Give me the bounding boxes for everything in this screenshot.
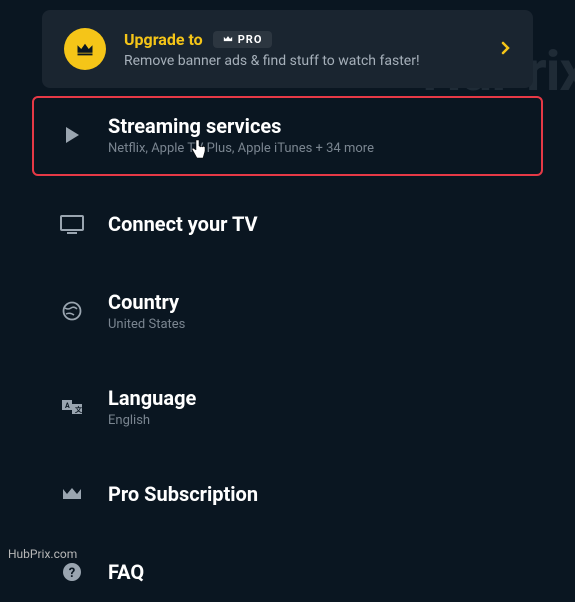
- pro-subscription-item[interactable]: Pro Subscription: [0, 464, 575, 524]
- language-item[interactable]: A文 Language English: [0, 368, 575, 446]
- pro-badge-label: PRO: [238, 33, 263, 46]
- pro-badge: PRO: [213, 31, 273, 48]
- play-icon: [60, 123, 84, 147]
- highlight-box: Streaming services Netflix, Apple TV Plu…: [32, 96, 543, 176]
- banner-subtitle: Remove banner ads & find stuff to watch …: [124, 53, 483, 69]
- help-icon: ?: [60, 560, 84, 584]
- language-title: Language: [108, 386, 545, 410]
- cursor-pointer-icon: [190, 138, 208, 164]
- upgrade-title: Upgrade to: [124, 30, 203, 49]
- tv-icon: [60, 212, 84, 236]
- svg-text:A: A: [65, 402, 70, 410]
- language-icon: A文: [60, 395, 84, 419]
- tv-title: Connect your TV: [108, 212, 545, 236]
- country-sub: United States: [108, 317, 545, 332]
- crown-icon: [64, 28, 106, 70]
- crown-outline-icon: [60, 482, 84, 506]
- svg-text:文: 文: [75, 405, 83, 414]
- language-sub: English: [108, 413, 545, 428]
- faq-title: FAQ: [108, 560, 545, 584]
- streaming-sub: Netflix, Apple TV Plus, Apple iTunes + 3…: [108, 141, 515, 156]
- attribution-text: HubPrix.com: [8, 547, 77, 561]
- pro-title: Pro Subscription: [108, 482, 545, 506]
- upgrade-banner[interactable]: Upgrade to PRO Remove banner ads & find …: [42, 10, 533, 88]
- country-title: Country: [108, 290, 545, 314]
- globe-icon: [60, 299, 84, 323]
- faq-item[interactable]: ? FAQ: [0, 542, 575, 602]
- streaming-title: Streaming services: [108, 114, 515, 138]
- chevron-right-icon: [501, 40, 511, 59]
- banner-text: Upgrade to PRO Remove banner ads & find …: [124, 30, 483, 69]
- country-item[interactable]: Country United States: [0, 272, 575, 350]
- connect-tv-item[interactable]: Connect your TV: [0, 194, 575, 254]
- streaming-services-item[interactable]: Streaming services Netflix, Apple TV Plu…: [60, 114, 515, 156]
- svg-text:?: ?: [69, 566, 75, 581]
